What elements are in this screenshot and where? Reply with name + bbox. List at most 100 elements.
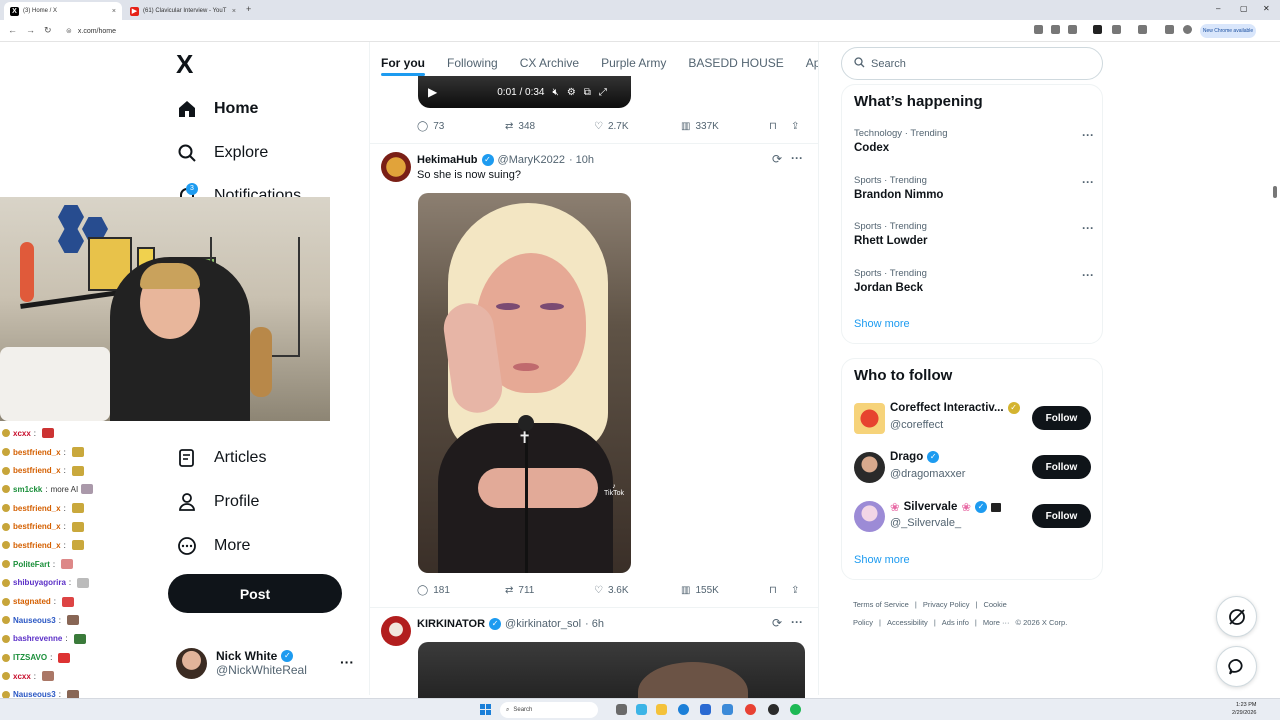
nav-home[interactable]: Home bbox=[176, 95, 258, 123]
search-box[interactable] bbox=[841, 47, 1103, 80]
url-field[interactable]: ⊜ x.com/home bbox=[64, 23, 1024, 39]
account-more-icon[interactable]: ··· bbox=[340, 654, 354, 670]
chat-username[interactable]: bestfriend_x bbox=[13, 466, 61, 475]
media-icon[interactable] bbox=[1165, 25, 1174, 34]
chat-username[interactable]: xcxx bbox=[13, 672, 31, 681]
bookmark-icon[interactable]: ⊓ bbox=[769, 121, 791, 132]
chat-username[interactable]: Nauseous3 bbox=[13, 616, 56, 625]
share-icon[interactable]: ⇪ bbox=[791, 121, 799, 132]
scrollbar-thumb[interactable] bbox=[1273, 186, 1277, 198]
chat-username[interactable]: shibuyagorira bbox=[13, 578, 66, 587]
puzzle-icon[interactable] bbox=[1112, 25, 1121, 34]
bookmark-icon[interactable]: ⊓ bbox=[769, 585, 791, 596]
trend-more-icon[interactable]: ··· bbox=[1082, 128, 1094, 142]
chat-username[interactable]: bestfriend_x bbox=[13, 541, 61, 550]
share-icon[interactable]: ⇪ bbox=[791, 585, 799, 596]
extension-icon[interactable] bbox=[1093, 25, 1102, 34]
show-more-link[interactable]: Show more bbox=[854, 318, 910, 330]
tweet-time[interactable]: · 6h bbox=[585, 618, 604, 630]
close-tab-icon[interactable]: × bbox=[112, 8, 116, 15]
trend-item[interactable]: Technology · Trending Codex ··· bbox=[854, 128, 1094, 154]
avatar[interactable] bbox=[381, 616, 411, 646]
tweet-image[interactable] bbox=[418, 642, 805, 702]
trend-more-icon[interactable]: ··· bbox=[1082, 268, 1094, 282]
back-icon[interactable]: ← bbox=[8, 25, 17, 35]
chat-username[interactable]: sm1ckk bbox=[13, 485, 42, 494]
post-button[interactable]: Post bbox=[168, 574, 342, 613]
show-more-link[interactable]: Show more bbox=[854, 554, 910, 566]
footer-link[interactable]: Privacy Policy bbox=[923, 600, 970, 609]
sidebar-icon[interactable] bbox=[1138, 25, 1147, 34]
tweet-video[interactable]: ✝ ♪ TikTok bbox=[418, 193, 631, 573]
author-name[interactable]: HekimaHub bbox=[417, 154, 478, 166]
follow-button[interactable]: Follow bbox=[1032, 504, 1091, 528]
pip-icon[interactable]: ⧉ bbox=[584, 87, 591, 98]
chat-username[interactable]: xcxx bbox=[13, 429, 31, 438]
chat-username[interactable]: ITZSAVO bbox=[13, 653, 47, 662]
file-explorer-icon[interactable] bbox=[656, 704, 667, 715]
maximize-button[interactable]: ▢ bbox=[1240, 4, 1248, 13]
chrome-icon[interactable] bbox=[745, 704, 756, 715]
task-view-icon[interactable] bbox=[616, 704, 627, 715]
nav-more[interactable]: More bbox=[176, 532, 250, 560]
fullscreen-icon[interactable]: ⤢ bbox=[599, 87, 607, 98]
repost-button[interactable]: ⇄ 711 bbox=[505, 585, 594, 596]
trend-more-icon[interactable]: ··· bbox=[1082, 175, 1094, 189]
grok-icon[interactable]: ⟳ bbox=[772, 616, 782, 630]
nav-explore[interactable]: Explore bbox=[176, 139, 268, 167]
mail-icon[interactable] bbox=[722, 704, 733, 715]
follow-suggestion[interactable]: Coreffect Interactiv... ✓ @coreffect Foll… bbox=[854, 402, 1094, 436]
reply-button[interactable]: ◯ 73 bbox=[417, 121, 505, 132]
nav-articles[interactable]: Articles bbox=[176, 444, 266, 472]
update-chip[interactable]: New Chrome available bbox=[1200, 24, 1256, 38]
forward-icon[interactable]: → bbox=[26, 25, 35, 35]
reload-icon[interactable]: ↻ bbox=[44, 25, 52, 36]
like-button[interactable]: ♡ 2.7K bbox=[594, 121, 681, 132]
author-handle[interactable]: @kirkinator_sol bbox=[505, 618, 581, 630]
trend-item[interactable]: Sports · Trending Rhett Lowder ··· bbox=[854, 221, 1094, 247]
close-tab-icon[interactable]: × bbox=[232, 8, 236, 15]
follow-suggestion[interactable]: Drago ✓ @dragomaxxer Follow bbox=[854, 451, 1094, 485]
widgets-icon[interactable] bbox=[636, 704, 647, 715]
follow-button[interactable]: Follow bbox=[1032, 455, 1091, 479]
messages-button[interactable] bbox=[1216, 646, 1257, 687]
trend-more-icon[interactable]: ··· bbox=[1082, 221, 1094, 235]
edge-icon[interactable] bbox=[678, 704, 689, 715]
settings-icon[interactable]: ⚙︎ bbox=[567, 87, 576, 98]
avatar[interactable] bbox=[381, 152, 411, 182]
profile-icon[interactable] bbox=[1183, 25, 1192, 34]
play-icon[interactable]: ▶ bbox=[428, 85, 437, 99]
footer-link[interactable]: Accessibility bbox=[887, 618, 928, 627]
extension-icon[interactable] bbox=[1034, 25, 1043, 34]
browser-tab-youtube[interactable]: ▶ (61) Clavicular Interview - YouT × bbox=[124, 2, 242, 20]
system-clock[interactable]: 1:23 PM 2/29/2026 bbox=[1232, 701, 1256, 717]
browser-tab-x[interactable]: X (3) Home / X × bbox=[4, 2, 122, 20]
bookmark-star-icon[interactable] bbox=[1068, 25, 1077, 34]
trend-item[interactable]: Sports · Trending Brandon Nimmo ··· bbox=[854, 175, 1094, 201]
chat-username[interactable]: PoliteFart bbox=[13, 560, 50, 569]
like-button[interactable]: ♡ 3.6K bbox=[594, 585, 681, 596]
trend-item[interactable]: Sports · Trending Jordan Beck ··· bbox=[854, 268, 1094, 294]
minimize-button[interactable]: – bbox=[1216, 4, 1220, 13]
tweet-more-icon[interactable]: ··· bbox=[791, 615, 803, 629]
obs-icon[interactable] bbox=[768, 704, 779, 715]
author-name[interactable]: KIRKINATOR bbox=[417, 618, 485, 630]
tweet-more-icon[interactable]: ··· bbox=[791, 151, 803, 165]
views-button[interactable]: ▥ 155K bbox=[681, 585, 769, 596]
tab-basedd-house[interactable]: BASEDD HOUSE bbox=[677, 44, 794, 82]
follow-button[interactable]: Follow bbox=[1032, 406, 1091, 430]
start-icon[interactable] bbox=[480, 704, 491, 715]
grok-button[interactable] bbox=[1216, 596, 1257, 637]
chat-username[interactable]: bestfriend_x bbox=[13, 504, 61, 513]
tab-ape[interactable]: Ape bbox=[795, 44, 818, 82]
chat-username[interactable]: bestfriend_x bbox=[13, 522, 61, 531]
chat-username[interactable]: stagnated bbox=[13, 597, 51, 606]
chat-username[interactable]: bestfriend_x bbox=[13, 448, 61, 457]
account-switcher[interactable]: Nick White ✓ @NickWhiteReal bbox=[176, 646, 356, 680]
follow-suggestion[interactable]: ❀ Silvervale ❀ ✓ @_Silvervale_ Follow bbox=[854, 500, 1094, 534]
views-button[interactable]: ▥ 337K bbox=[681, 121, 769, 132]
author-handle[interactable]: @MaryK2022 bbox=[498, 154, 565, 166]
x-logo-icon[interactable]: X bbox=[176, 51, 200, 77]
reply-button[interactable]: ◯ 181 bbox=[417, 585, 505, 596]
new-tab-button[interactable]: + bbox=[246, 4, 251, 14]
